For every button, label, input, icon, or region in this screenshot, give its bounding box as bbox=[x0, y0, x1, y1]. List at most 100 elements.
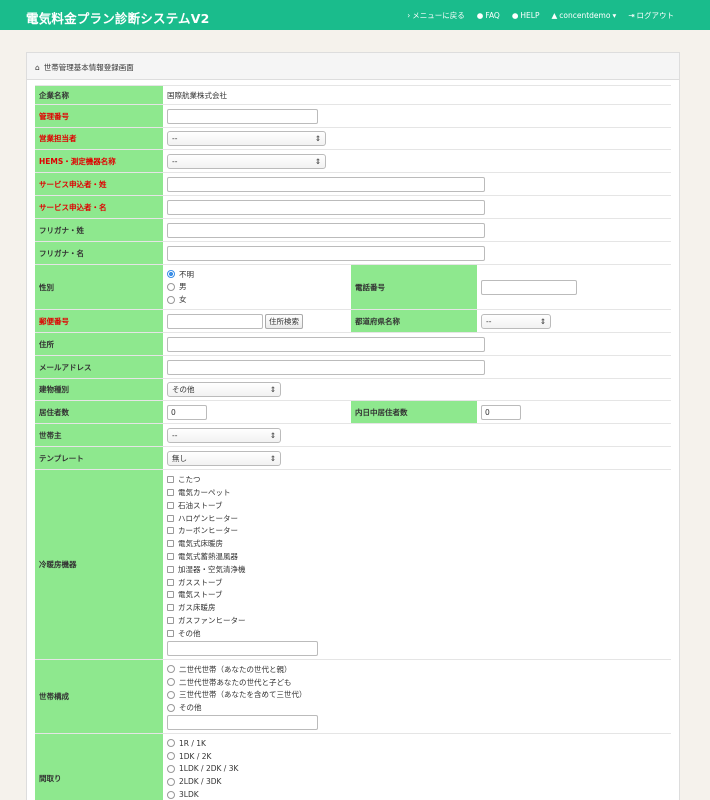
first-name-input[interactable] bbox=[167, 199, 485, 215]
heating-option[interactable]: その他 bbox=[167, 627, 667, 640]
last-name-label: サービス申込者・姓 bbox=[35, 172, 163, 196]
heating-option[interactable]: ハロゲンヒーター bbox=[167, 512, 667, 525]
layout-option[interactable]: 2LDK / 3DK bbox=[167, 775, 667, 788]
form-panel: ⌂ 世帯管理基本情報登録画面 企業名称 国際航業株式会社 管理番号 営業担当者 … bbox=[26, 52, 680, 800]
heating-option[interactable]: カーボンヒーター bbox=[167, 525, 667, 538]
mgmt-no-input[interactable] bbox=[167, 108, 318, 124]
radio-button[interactable] bbox=[167, 739, 175, 748]
checkbox[interactable] bbox=[167, 540, 174, 548]
heating-option[interactable]: 電気式蓄熱温風器 bbox=[167, 550, 667, 563]
email-input[interactable] bbox=[167, 359, 485, 375]
address-search-button[interactable]: 住所検索 bbox=[265, 313, 303, 329]
daytime-residents-input[interactable]: 0 bbox=[481, 404, 521, 420]
checkbox[interactable] bbox=[167, 591, 174, 599]
row-last-name: サービス申込者・姓 bbox=[35, 172, 671, 196]
heating-other-input[interactable] bbox=[167, 640, 318, 656]
mgmt-no-label: 管理番号 bbox=[35, 104, 163, 128]
checkbox[interactable] bbox=[167, 489, 174, 496]
sales-select[interactable]: -- ⇕ bbox=[167, 131, 326, 146]
row-zip-prefecture: 郵便番号 住所検索 都道府県名称 -- ⇕ bbox=[35, 309, 671, 333]
checkbox[interactable] bbox=[167, 552, 174, 560]
household-option[interactable]: 三世代世帯（あなたを含めて三世代） bbox=[167, 689, 667, 702]
top-navbar: 電気料金プラン診断システムV2 › メニューに戻る ● FAQ ● HELP ▲ con… bbox=[0, 0, 710, 30]
app-brand[interactable]: 電気料金プラン診断システムV2 bbox=[26, 8, 210, 27]
layout-option[interactable]: 3LDK bbox=[167, 788, 667, 800]
zip-input[interactable] bbox=[167, 313, 263, 329]
question-circle-icon: ● bbox=[476, 11, 484, 20]
row-hems: HEMS・測定機器名称 -- ⇕ bbox=[35, 149, 671, 173]
heating-option[interactable]: 電気式床暖房 bbox=[167, 537, 667, 550]
template-label: テンプレート bbox=[35, 446, 163, 470]
radio-button[interactable] bbox=[167, 270, 175, 279]
updown-arrow-icon: ⇕ bbox=[269, 430, 276, 440]
gender-label: 性別 bbox=[35, 264, 163, 310]
checkbox[interactable] bbox=[167, 578, 174, 586]
checkbox[interactable] bbox=[167, 476, 174, 484]
nav-links: › メニューに戻る ● FAQ ● HELP ▲ concentdemo ▾ ⇥ ログアウト bbox=[407, 10, 674, 21]
heating-option[interactable]: ガスファンヒーター bbox=[167, 614, 667, 627]
checkbox[interactable] bbox=[167, 565, 174, 573]
template-select[interactable]: 無し ⇕ bbox=[167, 450, 281, 466]
heating-option[interactable]: 電気カーペット bbox=[167, 486, 667, 499]
household-option[interactable]: その他 bbox=[167, 701, 667, 714]
faq-link[interactable]: ● FAQ bbox=[477, 10, 500, 21]
row-kana-first: フリガナ・名 bbox=[35, 241, 671, 265]
layout-radios: 1R / 1K 1DK / 2K 1LDK / 2DK / 3K 2LDK / … bbox=[163, 733, 671, 800]
panel-title: ⌂ 世帯管理基本情報登録画面 bbox=[35, 63, 134, 72]
heating-option[interactable]: 電気ストーブ bbox=[167, 588, 667, 601]
row-layout: 間取り 1R / 1K 1DK / 2K 1LDK / 2DK / 3K 2LD… bbox=[35, 733, 671, 800]
gender-option[interactable]: 女 bbox=[167, 293, 347, 306]
heating-option[interactable]: 石油ストーブ bbox=[167, 499, 667, 512]
radio-button[interactable] bbox=[167, 665, 175, 674]
household-label: 世帯構成 bbox=[35, 659, 163, 734]
radio-button[interactable] bbox=[167, 752, 175, 761]
radio-button[interactable] bbox=[167, 764, 175, 773]
chevron-right-icon: › bbox=[407, 11, 411, 20]
household-other-input[interactable] bbox=[167, 715, 318, 731]
hems-select[interactable]: -- ⇕ bbox=[167, 153, 326, 169]
gender-option[interactable]: 不明 bbox=[167, 268, 347, 281]
checkbox[interactable] bbox=[167, 616, 174, 624]
updown-arrow-icon: ⇕ bbox=[269, 453, 276, 463]
layout-option[interactable]: 1DK / 2K bbox=[167, 750, 667, 763]
radio-button[interactable] bbox=[167, 703, 175, 712]
heating-option[interactable]: ガスストーブ bbox=[167, 576, 667, 589]
checkbox[interactable] bbox=[167, 527, 174, 535]
layout-option[interactable]: 1R / 1K bbox=[167, 737, 667, 750]
checkbox[interactable] bbox=[167, 629, 174, 637]
hems-label: HEMS・測定機器名称 bbox=[35, 149, 163, 173]
phone-input[interactable] bbox=[481, 279, 577, 295]
user-menu[interactable]: ▲ concentdemo ▾ bbox=[551, 10, 616, 21]
help-link[interactable]: ● HELP bbox=[512, 10, 540, 21]
checkbox[interactable] bbox=[167, 501, 174, 509]
address-input[interactable] bbox=[167, 336, 485, 352]
radio-button[interactable] bbox=[167, 282, 175, 291]
kana-first-input[interactable] bbox=[167, 245, 485, 261]
radio-button[interactable] bbox=[167, 678, 175, 687]
household-option[interactable]: 二世代世帯（あなたの世代と親） bbox=[167, 663, 667, 676]
building-select[interactable]: その他 ⇕ bbox=[167, 382, 281, 397]
row-heating: 冷暖房機器 こたつ 電気カーペット 石油ストーブ ハロゲンヒーター カーボンヒー… bbox=[35, 469, 671, 660]
radio-button[interactable] bbox=[167, 295, 175, 304]
heating-option[interactable]: ガス床暖房 bbox=[167, 601, 667, 614]
checkbox[interactable] bbox=[167, 514, 174, 522]
gender-option[interactable]: 男 bbox=[167, 281, 347, 294]
heating-option[interactable]: こたつ bbox=[167, 473, 667, 486]
logout-link[interactable]: ⇥ ログアウト bbox=[628, 10, 674, 21]
radio-button[interactable] bbox=[167, 777, 175, 786]
householder-select[interactable]: -- ⇕ bbox=[167, 427, 281, 443]
kana-last-label: フリガナ・姓 bbox=[35, 218, 163, 242]
layout-option[interactable]: 1LDK / 2DK / 3K bbox=[167, 763, 667, 776]
menu-link[interactable]: › メニューに戻る bbox=[407, 10, 465, 21]
prefecture-select[interactable]: -- ⇕ bbox=[481, 313, 551, 329]
last-name-input[interactable] bbox=[167, 176, 485, 192]
residents-input[interactable]: 0 bbox=[167, 404, 207, 420]
radio-button[interactable] bbox=[167, 690, 175, 699]
radio-button[interactable] bbox=[167, 790, 175, 799]
kana-last-input[interactable] bbox=[167, 222, 485, 238]
checkbox[interactable] bbox=[167, 604, 174, 612]
heating-option[interactable]: 加湿器・空気清浄機 bbox=[167, 563, 667, 576]
row-gender-phone: 性別 不明 男 女 電話番号 bbox=[35, 264, 671, 310]
row-building: 建物種別 その他 ⇕ bbox=[35, 378, 671, 401]
household-option[interactable]: 二世代世帯あなたの世代と子ども bbox=[167, 676, 667, 689]
